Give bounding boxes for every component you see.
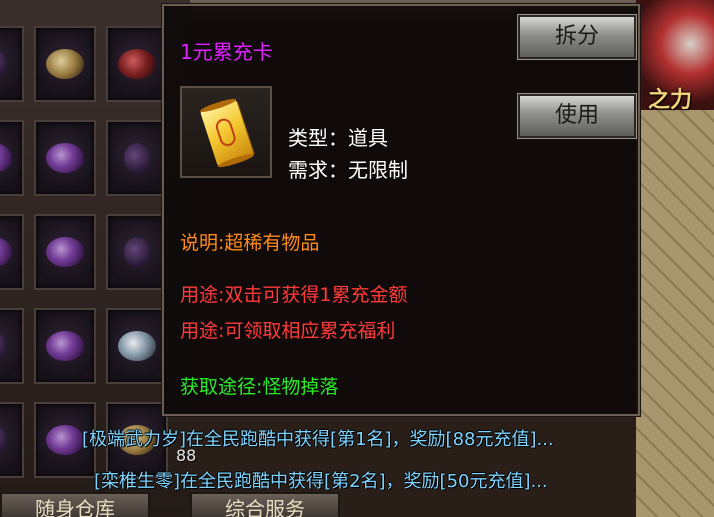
item-icon — [118, 331, 156, 361]
split-button[interactable]: 拆分 — [517, 14, 637, 60]
item-icon — [124, 237, 150, 267]
item-usage-1: 用途:双击可获得1累充金额 — [180, 284, 408, 306]
item-description: 说明:超稀有物品 — [180, 232, 320, 254]
inventory-slot[interactable] — [34, 26, 96, 102]
inventory-slot[interactable] — [0, 402, 24, 478]
broadcast-message: [栾椎生零]在全民跑酷中获得[第2名]，奖励[50元充值]... — [94, 471, 548, 492]
item-type: 类型：道具 — [288, 126, 388, 150]
inventory-slot[interactable] — [0, 120, 24, 196]
gold-scroll-card-icon — [199, 99, 255, 167]
item-usage-2: 用途:可领取相应累充福利 — [180, 320, 396, 342]
item-icon — [46, 237, 84, 267]
item-icon — [46, 49, 84, 79]
game-world-view — [636, 0, 714, 517]
inventory-slot[interactable] — [0, 308, 24, 384]
item-icon — [0, 331, 6, 361]
item-icon — [0, 237, 12, 267]
item-source: 获取途径:怪物掉落 — [180, 376, 339, 398]
item-name: 1元累充卡 — [180, 40, 273, 64]
inventory-slot[interactable] — [0, 26, 24, 102]
use-button[interactable]: 使用 — [517, 93, 637, 139]
portable-storage-button[interactable]: 随身仓库 — [0, 492, 150, 517]
item-icon — [0, 143, 12, 173]
inventory-slot[interactable] — [106, 214, 168, 290]
item-icon — [46, 331, 84, 361]
item-icon — [46, 143, 84, 173]
inventory-slot[interactable] — [34, 120, 96, 196]
bottom-button-bar: 随身仓库 综合服务 — [0, 492, 350, 517]
item-requirement: 需求：无限制 — [288, 158, 408, 182]
inventory-slot[interactable] — [34, 308, 96, 384]
inventory-slot[interactable] — [106, 308, 168, 384]
item-icon — [0, 49, 6, 79]
inventory-slot[interactable] — [106, 120, 168, 196]
general-service-button[interactable]: 综合服务 — [190, 492, 340, 517]
inventory-slot[interactable] — [34, 214, 96, 290]
item-icon-frame — [180, 86, 272, 178]
broadcast-message: [极端武力岁]在全民跑酷中获得[第1名]，奖励[88元充值]... — [82, 429, 554, 450]
inventory-slot[interactable] — [106, 26, 168, 102]
item-icon — [124, 143, 150, 173]
item-icon — [0, 425, 6, 455]
power-label: 之力 — [648, 88, 693, 113]
item-tooltip: 1元累充卡 拆分 使用 类型：道具 需求：无限制 说明:超稀有物品 用途:双击可… — [162, 4, 640, 416]
inventory-slot[interactable] — [0, 214, 24, 290]
item-icon — [46, 425, 84, 455]
item-icon — [118, 49, 156, 79]
